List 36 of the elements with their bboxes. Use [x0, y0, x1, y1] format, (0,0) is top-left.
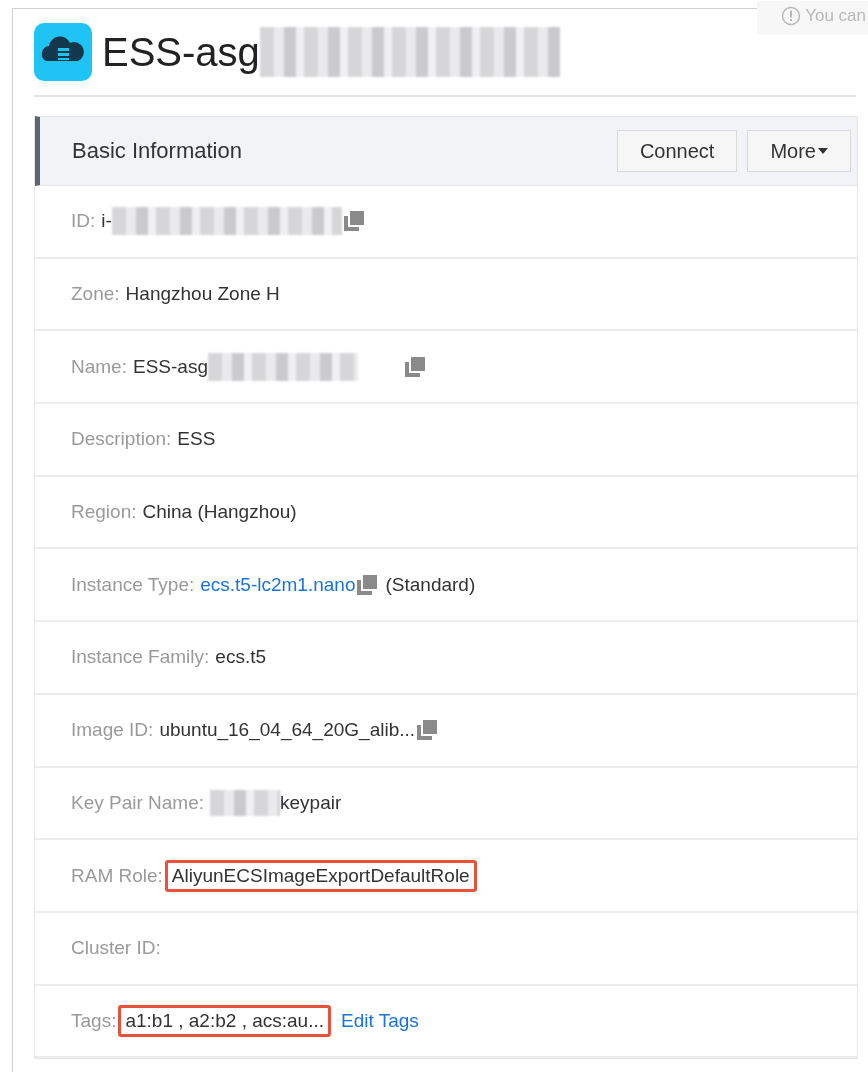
field-value: keypair	[280, 791, 342, 814]
info-icon	[781, 6, 802, 26]
field-label: Instance Family:	[71, 646, 210, 669]
field-label: ID:	[71, 210, 96, 233]
field-label: Instance Type:	[71, 573, 195, 596]
field-value: Hangzhou Zone H	[125, 283, 280, 306]
instance-type-link[interactable]: ecs.t5-lc2m1.nano	[200, 573, 356, 596]
instance-title: ESS-asg	[102, 29, 260, 75]
field-value: a1:b1 , a2:b2 , acs:au...	[118, 1004, 331, 1037]
field-label: Region:	[71, 501, 137, 524]
copy-icon[interactable]	[404, 356, 425, 377]
notice-text: You can	[805, 6, 866, 26]
edit-tags-link[interactable]: Edit Tags	[341, 1009, 419, 1032]
field-label: Description:	[71, 428, 172, 451]
field-label: Name:	[71, 355, 127, 378]
field-value: AliyunECSImageExportDefaultRole	[164, 859, 477, 892]
connect-button[interactable]: Connect	[616, 130, 738, 172]
more-button[interactable]: More	[747, 130, 851, 172]
cloud-server-icon	[34, 23, 92, 81]
section-title: Basic Information	[72, 138, 243, 164]
field-label: RAM Role:	[71, 864, 163, 887]
field-label: Tags:	[71, 1009, 117, 1032]
field-label: Zone:	[71, 283, 120, 306]
field-value: ubuntu_16_04_64_20G_alib...	[159, 719, 416, 742]
copy-icon[interactable]	[343, 211, 364, 232]
copy-icon[interactable]	[417, 720, 438, 741]
copy-icon[interactable]	[357, 574, 378, 595]
field-suffix: (Standard)	[385, 573, 476, 596]
field-value: ESS-asg	[132, 355, 208, 378]
field-value: i-	[101, 210, 112, 233]
field-value: China (Hangzhou)	[142, 501, 297, 524]
field-label: Key Pair Name:	[71, 791, 205, 814]
field-value: ESS	[177, 428, 216, 451]
field-label: Cluster ID:	[71, 937, 161, 960]
field-label: Image ID:	[71, 719, 154, 742]
field-value: ecs.t5	[215, 646, 267, 669]
